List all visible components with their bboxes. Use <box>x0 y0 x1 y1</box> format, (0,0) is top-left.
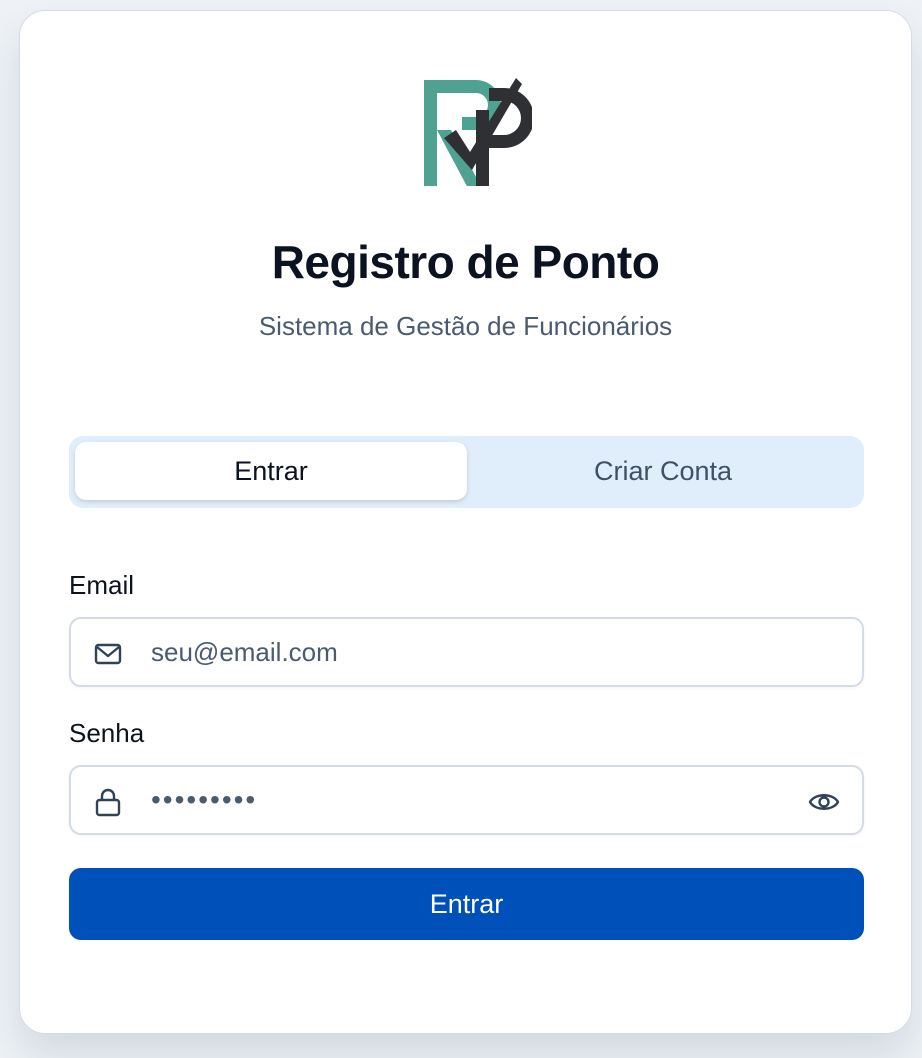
login-card: Registro de Ponto Sistema de Gestão de F… <box>19 10 912 1034</box>
registro-de-ponto-logo <box>424 78 532 186</box>
tab-criar-conta[interactable]: Criar Conta <box>467 442 859 500</box>
submit-button[interactable]: Entrar <box>69 868 864 940</box>
eye-icon[interactable] <box>808 787 840 817</box>
password-field-container: ••••••••• <box>69 765 864 835</box>
auth-tabs: Entrar Criar Conta <box>69 436 864 508</box>
mail-icon <box>94 643 122 665</box>
tab-entrar[interactable]: Entrar <box>75 442 467 500</box>
password-label: Senha <box>69 718 145 748</box>
email-field-container <box>69 617 864 687</box>
page-title: Registro de Ponto <box>271 236 660 288</box>
password-input[interactable]: ••••••••• <box>151 783 257 817</box>
page-subtitle: Sistema de Gestão de Funcionários <box>258 311 673 341</box>
lock-icon <box>95 788 121 817</box>
email-input[interactable] <box>151 619 791 685</box>
email-label: Email <box>69 570 135 600</box>
